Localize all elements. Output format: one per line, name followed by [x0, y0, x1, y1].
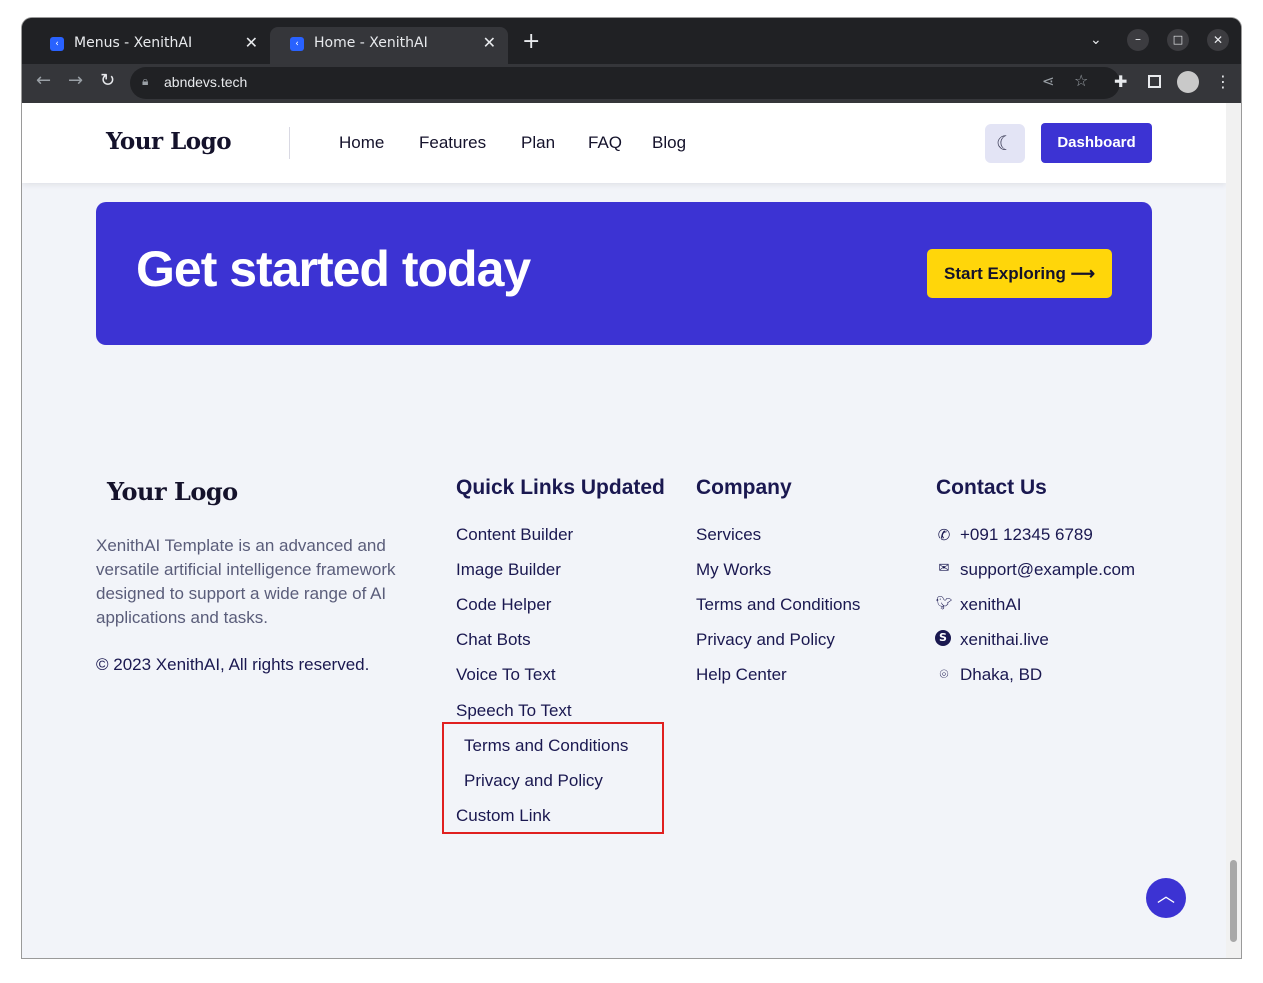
quick-links-heading: Quick Links Updated [456, 476, 665, 499]
contact-skype[interactable]: xenithai.live [960, 630, 1049, 650]
scrollbar-thumb[interactable] [1230, 860, 1237, 942]
dashboard-button[interactable]: Dashboard [1041, 123, 1152, 163]
lock-icon: 🔒︎ [142, 74, 149, 88]
maximize-icon[interactable]: □ [1167, 29, 1189, 51]
close-window-icon[interactable]: ✕ [1207, 29, 1229, 51]
footer-link[interactable]: Content Builder [456, 525, 573, 545]
forward-icon[interactable]: → [68, 70, 83, 91]
tab-title: Menus - XenithAI [74, 35, 193, 51]
contact-heading: Contact Us [936, 476, 1047, 499]
contact-phone[interactable]: +091 12345 6789 [960, 525, 1093, 545]
bookmark-star-icon[interactable]: ☆ [1074, 71, 1088, 90]
contact-twitter[interactable]: xenithAI [960, 595, 1021, 615]
copyright: © 2023 XenithAI, All rights reserved. [96, 655, 370, 674]
footer-link[interactable]: My Works [696, 560, 771, 580]
favicon-icon: ‹ [50, 37, 64, 51]
close-tab-icon[interactable]: ✕ [245, 33, 258, 52]
tab-home[interactable]: ‹ Home - XenithAI ✕ [270, 27, 508, 64]
close-tab-icon[interactable]: ✕ [483, 33, 496, 52]
site-header: Your Logo Home Features Plan FAQ Blog ☾ … [22, 103, 1226, 183]
header-divider [289, 127, 290, 159]
phone-icon: ✆ [937, 526, 951, 544]
banner-title: Get started today [136, 241, 531, 297]
nav-plan[interactable]: Plan [521, 133, 555, 153]
highlight-box [442, 722, 664, 834]
minimize-icon[interactable]: – [1127, 29, 1149, 51]
favicon-icon: ‹ [290, 37, 304, 51]
footer-link[interactable]: Chat Bots [456, 630, 531, 650]
chevron-up-icon: ︿ [1157, 886, 1175, 907]
footer-link[interactable]: Image Builder [456, 560, 561, 580]
skype-icon: S [935, 630, 951, 646]
start-exploring-button[interactable]: Start Exploring ⟶ [927, 249, 1112, 298]
nav-blog[interactable]: Blog [652, 133, 686, 153]
contact-location[interactable]: Dhaka, BD [960, 665, 1042, 685]
header-logo[interactable]: Your Logo [106, 128, 232, 155]
mail-icon: ✉ [938, 561, 950, 576]
side-panel-icon[interactable] [1148, 75, 1161, 88]
contact-email[interactable]: support@example.com [960, 560, 1135, 580]
page-content: Your Logo Home Features Plan FAQ Blog ☾ … [22, 103, 1226, 958]
cta-banner: Get started today Start Exploring ⟶ [96, 202, 1152, 345]
extensions-icon[interactable]: ✚ [1114, 72, 1127, 91]
nav-faq[interactable]: FAQ [588, 133, 622, 153]
nav-home[interactable]: Home [339, 133, 384, 153]
tab-menus[interactable]: ‹ Menus - XenithAI ✕ [30, 27, 270, 64]
footer-link[interactable]: Code Helper [456, 595, 551, 615]
menu-icon[interactable]: ⋮ [1215, 72, 1231, 91]
url-text: abndevs.tech [164, 74, 248, 90]
location-icon: ⌾ [939, 665, 949, 683]
reload-icon[interactable]: ↻ [100, 70, 115, 91]
footer-link[interactable]: Voice To Text [456, 665, 556, 685]
footer-description: XenithAI Template is an advanced and ver… [96, 536, 396, 627]
tab-title: Home - XenithAI [314, 35, 428, 51]
theme-toggle-button[interactable]: ☾ [985, 124, 1025, 163]
footer-link[interactable]: Services [696, 525, 761, 545]
nav-features[interactable]: Features [419, 133, 486, 153]
tab-search-icon[interactable]: ⌄ [1090, 32, 1102, 48]
twitter-icon: 🐦︎ [935, 596, 953, 611]
share-icon[interactable]: ⋖ [1042, 72, 1055, 90]
tab-strip: ‹ Menus - XenithAI ✕ ‹ Home - XenithAI ✕… [22, 18, 1241, 64]
footer-link[interactable]: Terms and Conditions [696, 595, 860, 615]
footer-link[interactable]: Privacy and Policy [696, 630, 835, 650]
moon-icon: ☾ [996, 131, 1014, 155]
address-bar[interactable]: 🔒︎ abndevs.tech ⋖ ☆ [130, 67, 1120, 99]
back-icon[interactable]: ← [36, 70, 51, 91]
page-scrollbar[interactable] [1226, 103, 1241, 958]
browser-window: ‹ Menus - XenithAI ✕ ‹ Home - XenithAI ✕… [22, 18, 1241, 958]
new-tab-button[interactable]: + [522, 29, 540, 54]
scroll-to-top-button[interactable]: ︿ [1146, 878, 1186, 918]
footer-logo[interactable]: Your Logo [107, 477, 238, 506]
footer-link[interactable]: Help Center [696, 665, 787, 685]
avatar[interactable] [1177, 71, 1199, 93]
company-heading: Company [696, 476, 792, 499]
browser-toolbar: ← → ↻ 🔒︎ abndevs.tech ⋖ ☆ ✚ ⋮ [22, 64, 1241, 103]
footer-link[interactable]: Speech To Text [456, 701, 572, 721]
